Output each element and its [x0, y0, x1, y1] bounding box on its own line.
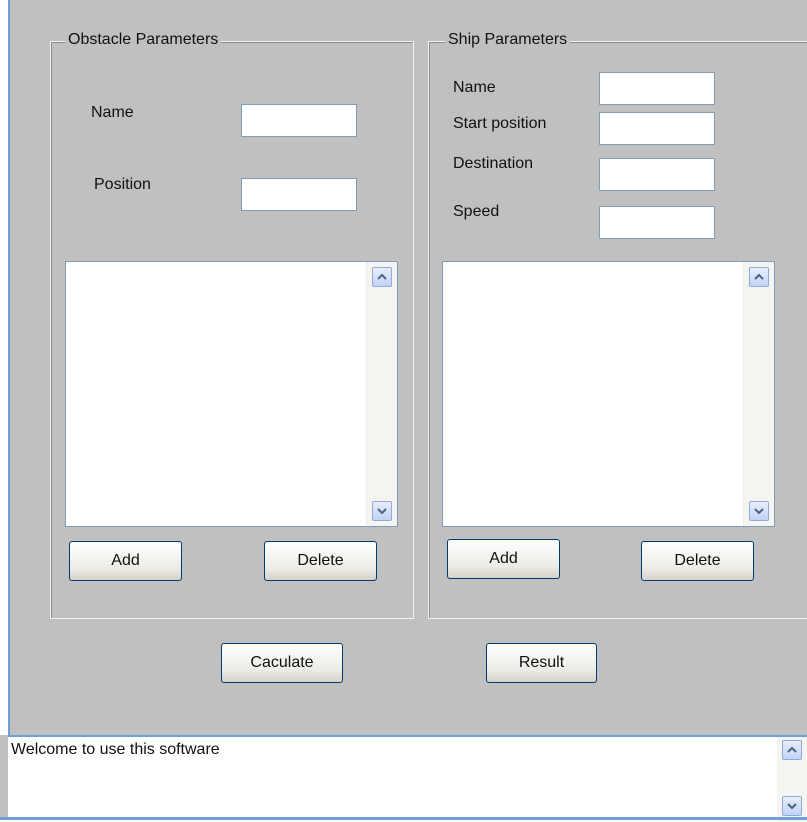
- ship-destination-label: Destination: [453, 155, 534, 172]
- result-button[interactable]: Result: [486, 643, 597, 683]
- chevron-up-icon[interactable]: [782, 740, 802, 760]
- ship-name-label: Name: [453, 79, 496, 96]
- chevron-up-icon[interactable]: [372, 267, 392, 287]
- obstacle-delete-button[interactable]: Delete: [264, 541, 377, 581]
- ship-start-position-input[interactable]: [599, 112, 715, 145]
- main-window: Obstacle Parameters Name Position Add De…: [0, 0, 807, 822]
- ship-panel-title: Ship Parameters: [445, 31, 571, 49]
- ship-start-position-label: Start position: [453, 115, 547, 132]
- status-message-area[interactable]: Welcome to use this software: [8, 735, 807, 822]
- status-scrollbar[interactable]: [777, 737, 807, 822]
- chevron-down-icon[interactable]: [372, 501, 392, 521]
- obstacle-name-label: Name: [91, 104, 134, 121]
- ship-delete-button[interactable]: Delete: [641, 541, 754, 581]
- ship-listbox[interactable]: [442, 261, 775, 527]
- obstacle-position-label: Position: [94, 176, 151, 193]
- ship-add-button[interactable]: Add: [447, 539, 560, 579]
- chevron-up-icon[interactable]: [749, 267, 769, 287]
- obstacle-listbox[interactable]: [65, 261, 398, 527]
- obstacle-add-button[interactable]: Add: [69, 541, 182, 581]
- obstacle-panel-title: Obstacle Parameters: [65, 31, 222, 49]
- left-window-edge: [0, 0, 10, 735]
- obstacle-list-scrollbar[interactable]: [366, 262, 397, 526]
- chevron-down-icon[interactable]: [749, 501, 769, 521]
- obstacle-name-input[interactable]: [241, 104, 357, 137]
- ship-speed-input[interactable]: [599, 206, 715, 239]
- status-message-text: Welcome to use this software: [11, 741, 220, 758]
- obstacle-parameters-panel: Obstacle Parameters Name Position Add De…: [50, 31, 414, 619]
- ship-list-scrollbar[interactable]: [743, 262, 774, 526]
- ship-destination-input[interactable]: [599, 158, 715, 191]
- ship-speed-label: Speed: [453, 203, 500, 220]
- ship-name-input[interactable]: [599, 72, 715, 105]
- calculate-button[interactable]: Caculate: [221, 643, 343, 683]
- ship-parameters-panel: Ship Parameters Name Start position Dest…: [428, 31, 807, 619]
- chevron-down-icon[interactable]: [782, 796, 802, 816]
- obstacle-position-input[interactable]: [241, 178, 357, 211]
